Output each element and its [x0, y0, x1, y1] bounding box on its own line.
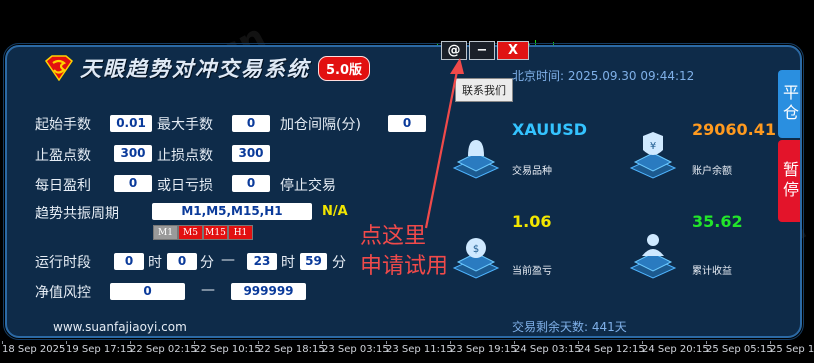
time-axis-label: 23 Sep 11:15: [386, 344, 453, 355]
end-min-input[interactable]: 59: [300, 253, 327, 270]
start-min-input[interactable]: 0: [167, 253, 197, 270]
time-axis: 18 Sep 2025 19 Sep 17:15 22 Sep 02:15 22 Se…: [0, 341, 814, 363]
close-button[interactable]: X: [497, 41, 529, 60]
daily-profit-label: 每日盈利: [35, 178, 91, 194]
timeframe-chip-h1[interactable]: H1: [228, 225, 253, 240]
user-icon: [629, 234, 677, 279]
hour-unit: 时: [148, 255, 162, 271]
shield-yen-icon: ¥: [629, 132, 677, 179]
time-axis-label: 22 Sep 10:15: [194, 344, 261, 355]
time-axis-label: 23 Sep 19:15: [450, 344, 517, 355]
trend-status: N/A: [322, 204, 348, 219]
website-link[interactable]: www.suanfajiaoyi.com: [53, 320, 187, 334]
total-profit-label: 累计收益: [692, 266, 732, 277]
time-axis-label: 22 Sep 02:15: [130, 344, 197, 355]
hour-unit: 时: [281, 255, 295, 271]
bell-icon: [452, 140, 500, 179]
tp-label: 止盈点数: [35, 148, 91, 164]
pause-button[interactable]: 暂停: [778, 140, 800, 222]
total-profit-value: 35.62: [692, 212, 743, 231]
tp-input[interactable]: 300: [114, 145, 152, 162]
symbol-label: 交易品种: [512, 166, 552, 177]
time-axis-label: 18 Sep 2025: [2, 344, 66, 355]
timeframe-chip-m15[interactable]: M15: [203, 225, 228, 240]
days-left: 交易剩余天数: 441天: [512, 320, 627, 334]
max-lots-label: 最大手数: [157, 117, 213, 133]
add-interval-label: 加仓间隔(分): [280, 117, 361, 133]
balance-label: 账户余额: [692, 166, 732, 177]
equity-label: 净值风控: [35, 285, 91, 301]
max-lots-input[interactable]: 0: [232, 115, 270, 132]
timeframe-chip-m5[interactable]: M5: [178, 225, 203, 240]
daily-loss-label: 或日亏损: [157, 178, 213, 194]
min-unit: 分: [332, 255, 346, 271]
title-bar: 天眼趋势对冲交易系统 5.0版: [44, 53, 371, 83]
daily-loss-input[interactable]: 0: [232, 175, 270, 192]
dash: —: [201, 282, 215, 298]
time-axis-label: 25 Sep 05:15: [706, 344, 773, 355]
time-axis-label: 19 Sep 17:15: [66, 344, 133, 355]
current-pl-label: 当前盈亏: [512, 266, 552, 277]
current-pl-value: 1.06: [512, 212, 552, 231]
run-time-label: 运行时段: [35, 255, 91, 271]
daily-profit-input[interactable]: 0: [114, 175, 152, 192]
svg-text:$: $: [473, 244, 479, 255]
superman-logo-icon: [44, 55, 74, 81]
close-all-button[interactable]: 平仓: [778, 70, 800, 138]
annotation-line-2: 申请试用: [360, 254, 449, 279]
time-axis-label: 25 Sep 13:15: [770, 344, 814, 355]
time-axis-label: 24 Sep 03:15: [514, 344, 581, 355]
stop-trade-label: 停止交易: [280, 178, 336, 194]
equity-max-input[interactable]: 999999: [231, 283, 306, 300]
time-axis-label: 23 Sep 03:15: [322, 344, 389, 355]
app-title: 天眼趋势对冲交易系统: [80, 56, 310, 81]
trend-period-input[interactable]: M1,M5,M15,H1: [152, 203, 312, 220]
version-badge: 5.0版: [318, 55, 371, 81]
timeframe-chip-m1[interactable]: M1: [153, 225, 178, 240]
min-unit: 分: [200, 255, 214, 271]
trend-period-label: 趋势共振周期: [35, 206, 119, 222]
beijing-time: 北京时间: 2025.09.30 09:44:12: [512, 69, 695, 83]
svg-text:¥: ¥: [650, 141, 656, 152]
equity-min-input[interactable]: 0: [110, 283, 185, 300]
start-hour-input[interactable]: 0: [114, 253, 144, 270]
end-hour-input[interactable]: 23: [247, 253, 277, 270]
balance-value: 29060.41: [692, 120, 777, 139]
time-axis-label: 22 Sep 18:15: [258, 344, 325, 355]
trial-annotation: 点这里 申请试用: [360, 222, 448, 282]
time-axis-label: 24 Sep 12:15: [578, 344, 645, 355]
sl-label: 止损点数: [157, 148, 213, 164]
money-bag-icon: $: [452, 238, 500, 279]
start-lots-input[interactable]: 0.01: [110, 115, 152, 132]
dash: —: [221, 252, 235, 268]
time-axis-label: 24 Sep 20:15: [642, 344, 709, 355]
annotation-line-1: 点这里: [360, 224, 427, 249]
sl-input[interactable]: 300: [232, 145, 270, 162]
minimize-button[interactable]: −: [469, 41, 495, 60]
symbol-value: XAUUSD: [512, 120, 588, 139]
start-lots-label: 起始手数: [35, 117, 91, 133]
